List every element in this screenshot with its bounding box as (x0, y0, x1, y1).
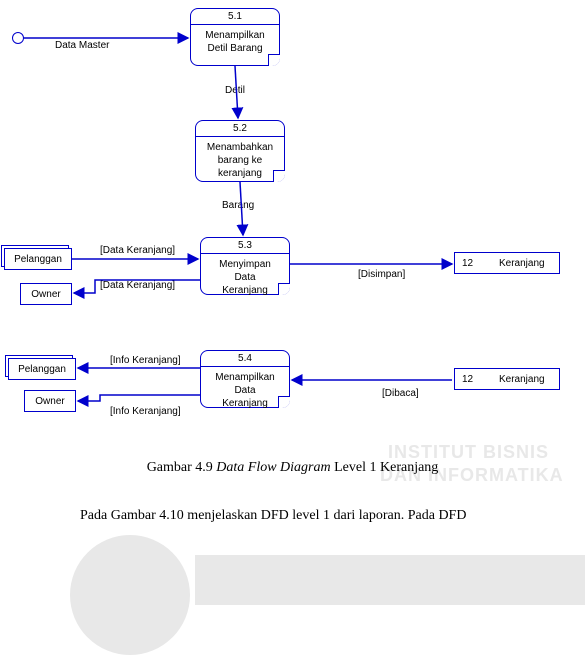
caption-italic: Data Flow Diagram (216, 460, 330, 475)
datastore-1-id: 12 (454, 252, 480, 274)
entity-owner-2: Owner (24, 390, 76, 412)
entity-owner-1: Owner (20, 283, 72, 305)
process-5-2-id: 5.2 (196, 121, 284, 137)
flow-label-data-master: Data Master (55, 40, 109, 51)
process-5-3-id: 5.3 (201, 238, 289, 254)
process-5-1-name: MenampilkanDetil Barang (191, 25, 279, 59)
arrows-layer (0, 0, 585, 590)
watermark-circle (70, 535, 190, 655)
process-5-3-name: MenyimpanDataKeranjang (201, 254, 289, 301)
flow-label-barang: Barang (222, 200, 254, 211)
process-5-1: 5.1 MenampilkanDetil Barang (190, 8, 280, 66)
flow-label-detil: Detil (225, 85, 245, 96)
body-text: Pada Gambar 4.10 menjelaskan DFD level 1… (80, 508, 466, 524)
flow-label-data-keranjang-1: [Data Keranjang] (100, 245, 175, 256)
process-5-4-name: MenampilkanDataKeranjang (201, 367, 289, 414)
flow-label-info-keranjang-2: [Info Keranjang] (110, 406, 181, 417)
figure-caption: Gambar 4.9 Data Flow Diagram Level 1 Ker… (0, 460, 585, 476)
datastore-2-id: 12 (454, 368, 480, 390)
watermark-rect (195, 555, 585, 605)
start-point (12, 32, 24, 44)
flow-label-disimpan: [Disimpan] (358, 269, 405, 280)
process-corner-icon (268, 54, 280, 66)
process-5-4-id: 5.4 (201, 351, 289, 367)
caption-suffix: Level 1 Keranjang (331, 460, 439, 475)
dfd-diagram: INSTITUT BISNIS DAN INFORMATIKA 5.1 Mena… (0, 0, 585, 590)
datastore-1-name: Keranjang (485, 252, 560, 274)
flow-label-data-keranjang-2: [Data Keranjang] (100, 280, 175, 291)
process-5-3: 5.3 MenyimpanDataKeranjang (200, 237, 290, 295)
entity-pelanggan-1: Pelanggan (4, 248, 72, 270)
datastore-keranjang-1: 12 Keranjang (454, 252, 560, 274)
datastore-2-name: Keranjang (485, 368, 560, 390)
process-5-2-name: Menambahkanbarang kekeranjang (196, 137, 284, 184)
process-5-2: 5.2 Menambahkanbarang kekeranjang (195, 120, 285, 182)
process-5-4: 5.4 MenampilkanDataKeranjang (200, 350, 290, 408)
entity-pelanggan-2: Pelanggan (8, 358, 76, 380)
flow-label-info-keranjang-1: [Info Keranjang] (110, 355, 181, 366)
datastore-keranjang-2: 12 Keranjang (454, 368, 560, 390)
flow-label-dibaca: [Dibaca] (382, 388, 419, 399)
caption-prefix: Gambar 4.9 (147, 460, 217, 475)
process-5-1-id: 5.1 (191, 9, 279, 25)
